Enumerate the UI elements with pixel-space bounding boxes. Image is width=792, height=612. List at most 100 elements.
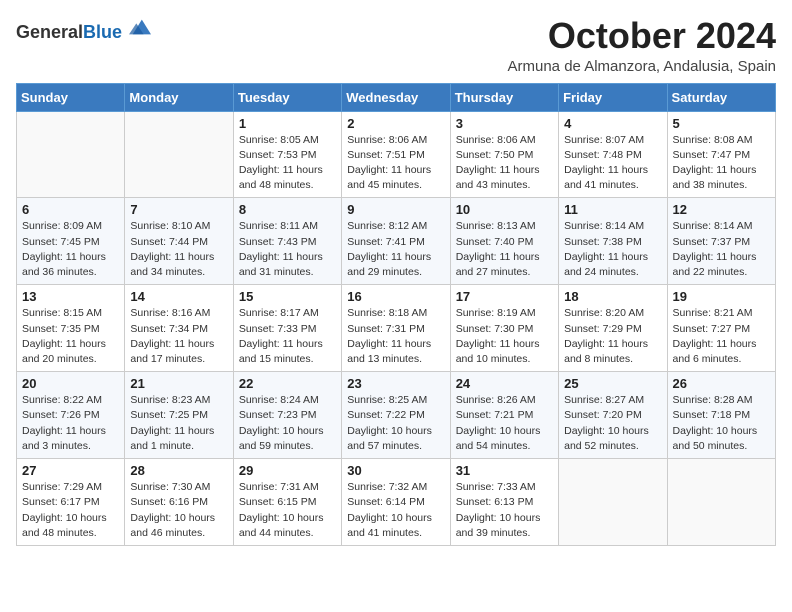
day-info: Sunrise: 8:17 AM Sunset: 7:33 PM Dayligh… <box>239 306 336 367</box>
day-number: 9 <box>347 202 444 217</box>
day-number: 14 <box>130 289 227 304</box>
day-info: Sunrise: 7:31 AM Sunset: 6:15 PM Dayligh… <box>239 480 336 541</box>
day-number: 26 <box>673 376 770 391</box>
day-number: 31 <box>456 463 553 478</box>
day-info: Sunrise: 8:12 AM Sunset: 7:41 PM Dayligh… <box>347 219 444 280</box>
calendar-cell: 23 Sunrise: 8:25 AM Sunset: 7:22 PM Dayli… <box>342 372 450 459</box>
day-info: Sunrise: 8:07 AM Sunset: 7:48 PM Dayligh… <box>564 133 661 194</box>
day-number: 18 <box>564 289 661 304</box>
day-info: Sunrise: 7:32 AM Sunset: 6:14 PM Dayligh… <box>347 480 444 541</box>
day-info: Sunrise: 8:09 AM Sunset: 7:45 PM Dayligh… <box>22 219 119 280</box>
calendar-cell: 24 Sunrise: 8:26 AM Sunset: 7:21 PM Dayli… <box>450 372 558 459</box>
logo: GeneralBlue <box>16 16 151 43</box>
day-number: 5 <box>673 116 770 131</box>
day-info: Sunrise: 8:14 AM Sunset: 7:37 PM Dayligh… <box>673 219 770 280</box>
day-info: Sunrise: 8:18 AM Sunset: 7:31 PM Dayligh… <box>347 306 444 367</box>
day-info: Sunrise: 8:15 AM Sunset: 7:35 PM Dayligh… <box>22 306 119 367</box>
day-number: 2 <box>347 116 444 131</box>
calendar-header-friday: Friday <box>559 83 667 111</box>
day-number: 16 <box>347 289 444 304</box>
logo-general: General <box>16 22 83 42</box>
month-title: October 2024 <box>508 16 777 56</box>
day-number: 23 <box>347 376 444 391</box>
day-info: Sunrise: 8:13 AM Sunset: 7:40 PM Dayligh… <box>456 219 553 280</box>
day-number: 19 <box>673 289 770 304</box>
day-number: 4 <box>564 116 661 131</box>
calendar-header-saturday: Saturday <box>667 83 775 111</box>
calendar-cell: 12 Sunrise: 8:14 AM Sunset: 7:37 PM Dayli… <box>667 198 775 285</box>
page-header: GeneralBlue October 2024 Armuna de Alman… <box>16 16 776 75</box>
calendar-cell: 22 Sunrise: 8:24 AM Sunset: 7:23 PM Dayli… <box>233 372 341 459</box>
day-info: Sunrise: 7:29 AM Sunset: 6:17 PM Dayligh… <box>22 480 119 541</box>
day-number: 10 <box>456 202 553 217</box>
day-number: 11 <box>564 202 661 217</box>
calendar-cell: 20 Sunrise: 8:22 AM Sunset: 7:26 PM Dayli… <box>17 372 125 459</box>
calendar-cell: 14 Sunrise: 8:16 AM Sunset: 7:34 PM Dayli… <box>125 285 233 372</box>
location-subtitle: Armuna de Almanzora, Andalusia, Spain <box>508 58 777 75</box>
day-info: Sunrise: 7:30 AM Sunset: 6:16 PM Dayligh… <box>130 480 227 541</box>
day-info: Sunrise: 8:14 AM Sunset: 7:38 PM Dayligh… <box>564 219 661 280</box>
calendar-cell: 9 Sunrise: 8:12 AM Sunset: 7:41 PM Daylig… <box>342 198 450 285</box>
day-number: 1 <box>239 116 336 131</box>
calendar-cell: 1 Sunrise: 8:05 AM Sunset: 7:53 PM Daylig… <box>233 111 341 198</box>
day-info: Sunrise: 8:22 AM Sunset: 7:26 PM Dayligh… <box>22 393 119 454</box>
calendar-cell: 5 Sunrise: 8:08 AM Sunset: 7:47 PM Daylig… <box>667 111 775 198</box>
calendar-cell: 29 Sunrise: 7:31 AM Sunset: 6:15 PM Dayli… <box>233 459 341 546</box>
day-info: Sunrise: 8:25 AM Sunset: 7:22 PM Dayligh… <box>347 393 444 454</box>
day-number: 6 <box>22 202 119 217</box>
day-number: 30 <box>347 463 444 478</box>
calendar-header-wednesday: Wednesday <box>342 83 450 111</box>
calendar-cell: 16 Sunrise: 8:18 AM Sunset: 7:31 PM Dayli… <box>342 285 450 372</box>
calendar-header-sunday: Sunday <box>17 83 125 111</box>
day-info: Sunrise: 8:23 AM Sunset: 7:25 PM Dayligh… <box>130 393 227 454</box>
calendar-header-tuesday: Tuesday <box>233 83 341 111</box>
day-number: 29 <box>239 463 336 478</box>
day-info: Sunrise: 7:33 AM Sunset: 6:13 PM Dayligh… <box>456 480 553 541</box>
day-number: 15 <box>239 289 336 304</box>
logo-blue: Blue <box>83 22 122 42</box>
calendar-cell: 8 Sunrise: 8:11 AM Sunset: 7:43 PM Daylig… <box>233 198 341 285</box>
day-info: Sunrise: 8:26 AM Sunset: 7:21 PM Dayligh… <box>456 393 553 454</box>
calendar-table: SundayMondayTuesdayWednesdayThursdayFrid… <box>16 83 776 546</box>
day-info: Sunrise: 8:05 AM Sunset: 7:53 PM Dayligh… <box>239 133 336 194</box>
day-info: Sunrise: 8:24 AM Sunset: 7:23 PM Dayligh… <box>239 393 336 454</box>
day-number: 3 <box>456 116 553 131</box>
day-info: Sunrise: 8:10 AM Sunset: 7:44 PM Dayligh… <box>130 219 227 280</box>
calendar-week-row: 6 Sunrise: 8:09 AM Sunset: 7:45 PM Daylig… <box>17 198 776 285</box>
day-number: 20 <box>22 376 119 391</box>
calendar-cell: 4 Sunrise: 8:07 AM Sunset: 7:48 PM Daylig… <box>559 111 667 198</box>
day-number: 8 <box>239 202 336 217</box>
calendar-cell <box>559 459 667 546</box>
day-info: Sunrise: 8:16 AM Sunset: 7:34 PM Dayligh… <box>130 306 227 367</box>
calendar-cell: 3Sunrise: 8:06 AM Sunset: 7:50 PM Daylig… <box>450 111 558 198</box>
calendar-header-row: SundayMondayTuesdayWednesdayThursdayFrid… <box>17 83 776 111</box>
calendar-week-row: 1 Sunrise: 8:05 AM Sunset: 7:53 PM Daylig… <box>17 111 776 198</box>
calendar-cell <box>667 459 775 546</box>
day-number: 25 <box>564 376 661 391</box>
day-info: Sunrise: 8:06 AM Sunset: 7:51 PM Dayligh… <box>347 133 444 194</box>
day-number: 12 <box>673 202 770 217</box>
day-number: 13 <box>22 289 119 304</box>
calendar-cell: 15 Sunrise: 8:17 AM Sunset: 7:33 PM Dayli… <box>233 285 341 372</box>
day-info: Sunrise: 8:08 AM Sunset: 7:47 PM Dayligh… <box>673 133 770 194</box>
calendar-cell: 30 Sunrise: 7:32 AM Sunset: 6:14 PM Dayli… <box>342 459 450 546</box>
day-info: Sunrise: 8:20 AM Sunset: 7:29 PM Dayligh… <box>564 306 661 367</box>
calendar-cell: 26 Sunrise: 8:28 AM Sunset: 7:18 PM Dayli… <box>667 372 775 459</box>
calendar-cell: 21Sunrise: 8:23 AM Sunset: 7:25 PM Dayli… <box>125 372 233 459</box>
calendar-cell: 10 Sunrise: 8:13 AM Sunset: 7:40 PM Dayli… <box>450 198 558 285</box>
day-number: 24 <box>456 376 553 391</box>
day-number: 28 <box>130 463 227 478</box>
calendar-cell: 18 Sunrise: 8:20 AM Sunset: 7:29 PM Dayli… <box>559 285 667 372</box>
day-info: Sunrise: 8:21 AM Sunset: 7:27 PM Dayligh… <box>673 306 770 367</box>
day-number: 22 <box>239 376 336 391</box>
day-number: 17 <box>456 289 553 304</box>
calendar-week-row: 27Sunrise: 7:29 AM Sunset: 6:17 PM Dayli… <box>17 459 776 546</box>
calendar-cell: 17Sunrise: 8:19 AM Sunset: 7:30 PM Dayli… <box>450 285 558 372</box>
calendar-cell: 2 Sunrise: 8:06 AM Sunset: 7:51 PM Daylig… <box>342 111 450 198</box>
calendar-cell: 11 Sunrise: 8:14 AM Sunset: 7:38 PM Dayli… <box>559 198 667 285</box>
calendar-cell: 31 Sunrise: 7:33 AM Sunset: 6:13 PM Dayli… <box>450 459 558 546</box>
day-info: Sunrise: 8:11 AM Sunset: 7:43 PM Dayligh… <box>239 219 336 280</box>
day-number: 7 <box>130 202 227 217</box>
title-block: October 2024 Armuna de Almanzora, Andalu… <box>508 16 777 75</box>
day-info: Sunrise: 8:28 AM Sunset: 7:18 PM Dayligh… <box>673 393 770 454</box>
